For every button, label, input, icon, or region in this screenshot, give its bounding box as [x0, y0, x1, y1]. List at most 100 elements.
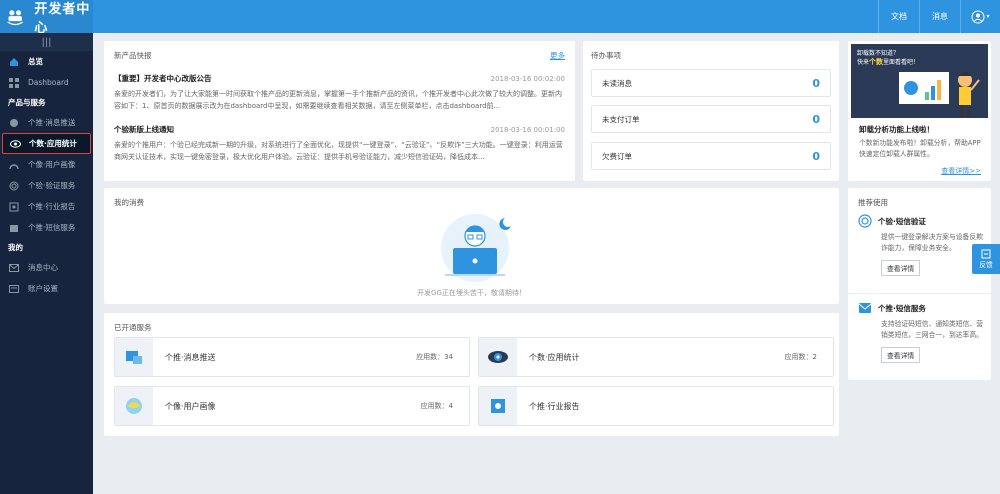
sidebar-item-label: 个推·消息推送 — [28, 118, 76, 127]
push-service-icon — [115, 338, 153, 376]
todo-item-label: 未读消息 — [602, 78, 632, 88]
todo-item-label: 欠费订单 — [602, 151, 632, 161]
docs-link[interactable]: 文档 — [878, 0, 919, 33]
news-item-body: 亲爱的开发者们，为了让大家能第一时间获取个推产品的更新消息，掌握第一手个推新产品… — [114, 90, 562, 110]
mail-icon — [8, 262, 20, 274]
developer-working-illustration — [441, 214, 511, 282]
service-app-count: 应用数：4 — [420, 402, 453, 410]
consumption-card: 我的消费 开发GG正在埋头苦干，敬请期待！ — [104, 188, 839, 304]
todo-title: 待办事项 — [591, 51, 621, 60]
service-item-app-stats[interactable]: 个数·应用统计 应用数：2 — [478, 337, 834, 377]
sidebar-item-label: 账户设置 — [28, 284, 58, 293]
promo-heading: 卸载分析功能上线啦！ — [859, 125, 934, 134]
news-item[interactable]: 个验新版上线通知 2018-03-16 00:01:00 亲爱的个推用户：个验已… — [114, 124, 565, 163]
promo-description: 个数新功能发布啦！卸载分析，帮助APP快速定位卸载人群属性。 — [859, 139, 981, 158]
recommend-card: 推荐使用 个验·短信验证 提供一键登录解决方案与设备反欺诈能力，保障业务安全。 … — [848, 188, 991, 380]
service-name: 个数·应用统计 — [529, 352, 580, 362]
profile-service-icon — [115, 387, 153, 425]
feedback-button[interactable]: 反馈 — [972, 244, 1000, 274]
service-item-report[interactable]: 个推·行业报告 — [478, 386, 834, 426]
sidebar-item-label: 个验·验证服务 — [28, 181, 76, 190]
divider — [848, 293, 991, 294]
analytics-illustration — [899, 72, 980, 117]
sidebar: ||| 总览 Dashboard 产品与服务 个推·消息推送 个数·应用统计 个… — [0, 33, 93, 494]
promo-banner-line1: 卸载数不知道？ — [857, 50, 900, 57]
services-card: 已开通服务 个推·消息推送 应用数：34 个数·应用统计 应用数：2 个像·用户… — [104, 313, 839, 436]
push-icon — [8, 117, 20, 129]
consumption-title: 我的消费 — [114, 198, 144, 207]
todo-item-overdue[interactable]: 欠费订单 0 — [591, 142, 831, 170]
recommend-detail-button[interactable]: 查看详情 — [881, 260, 921, 276]
user-avatar-icon[interactable]: ▾ — [960, 0, 1000, 33]
sidebar-item-app-stats[interactable]: 个数·应用统计 — [2, 133, 91, 154]
recommend-detail-button[interactable]: 查看详情 — [881, 347, 921, 363]
service-item-push[interactable]: 个推·消息推送 应用数：34 — [114, 337, 470, 377]
news-item-title[interactable]: 个验新版上线通知 — [114, 124, 174, 135]
consumption-caption: 开发GG正在埋头苦干，敬请期待！ — [417, 289, 526, 297]
recommend-item: 个验·短信验证 提供一键登录解决方案与设备反欺诈能力，保障业务安全。 查看详情 — [858, 214, 983, 276]
sidebar-item-verify[interactable]: 个验·验证服务 — [0, 175, 93, 196]
home-icon — [8, 56, 20, 68]
sms-icon — [8, 222, 20, 234]
dashboard-icon — [8, 77, 20, 89]
service-item-user-profile[interactable]: 个像·用户画像 应用数：4 — [114, 386, 470, 426]
sidebar-item-sms[interactable]: 个推·短信服务 — [0, 217, 93, 238]
sms-icon — [858, 303, 872, 313]
service-name: 个像·用户画像 — [165, 401, 216, 411]
news-item-body: 亲爱的个推用户：个验已经完成新一期的升级，对系统进行了全面优化，现提供“一键登录… — [114, 141, 563, 161]
account-icon — [8, 283, 20, 295]
recommend-item-name: 个验·短信验证 — [878, 216, 926, 226]
service-name: 个推·消息推送 — [165, 352, 216, 362]
todo-item-unread[interactable]: 未读消息 0 — [591, 69, 831, 97]
sidebar-item-label: 个数·应用统计 — [29, 139, 77, 148]
report-service-icon — [479, 387, 517, 425]
fingerprint-icon — [858, 214, 872, 228]
logo-icon: 开发者中心 — [0, 0, 93, 36]
news-item-title[interactable]: 【重要】开发者中心改版公告 — [114, 73, 212, 84]
sidebar-item-message-center[interactable]: 消息中心 — [0, 257, 93, 278]
recommend-item-desc: 提供一键登录解决方案与设备反欺诈能力，保障业务安全。 — [881, 233, 983, 252]
news-more-link[interactable]: 更多 — [550, 50, 565, 61]
recommend-title: 推荐使用 — [858, 198, 888, 207]
todo-card: 待办事项 未读消息 0 未支付订单 0 欠费订单 0 — [583, 41, 839, 181]
todo-item-label: 未支付订单 — [602, 114, 640, 124]
profile-icon — [8, 159, 20, 171]
service-name: 个推·行业报告 — [529, 401, 580, 411]
sidebar-item-overview[interactable]: 总览 — [0, 51, 93, 72]
news-item-date: 2018-03-16 00:01:00 — [490, 125, 565, 134]
sidebar-group-products: 产品与服务 — [8, 98, 46, 107]
todo-item-count: 0 — [812, 149, 820, 163]
recommend-item-name: 个推·短信服务 — [878, 303, 926, 313]
sidebar-item-label: 消息中心 — [28, 263, 58, 272]
report-icon — [8, 201, 20, 213]
todo-item-count: 0 — [812, 76, 820, 90]
sidebar-item-label: 个推·短信服务 — [28, 223, 76, 232]
services-title: 已开通服务 — [114, 323, 152, 332]
sidebar-item-dashboard[interactable]: Dashboard — [0, 72, 93, 93]
brand[interactable]: 开发者中心 — [0, 0, 93, 36]
sidebar-item-user-profile[interactable]: 个像·用户画像 — [0, 154, 93, 175]
todo-item-unpaid[interactable]: 未支付订单 0 — [591, 105, 831, 133]
promo-card: 卸载数不知道？ 快来个数里面看看吧！ 卸载分析功能上线啦！ 个数新功能发布啦！卸… — [848, 41, 991, 181]
todo-item-count: 0 — [812, 112, 820, 126]
sidebar-item-label: Dashboard — [28, 78, 69, 87]
promo-detail-link[interactable]: 查看详情>> — [941, 166, 981, 176]
promo-banner[interactable]: 卸载数不知道？ 快来个数里面看看吧！ — [851, 44, 988, 118]
sidebar-item-label: 总览 — [28, 57, 43, 66]
news-item[interactable]: 【重要】开发者中心改版公告 2018-03-16 00:02:00 亲爱的开发者… — [114, 73, 565, 112]
feedback-label: 反馈 — [979, 261, 993, 269]
news-title: 新产品快报 — [114, 51, 152, 60]
recommend-item: 个推·短信服务 支持验证码短信、通知类短信、营销类短信，三网合一，到达率高。 查… — [858, 301, 983, 363]
sidebar-item-push[interactable]: 个推·消息推送 — [0, 112, 93, 133]
sidebar-group-mine: 我的 — [8, 243, 23, 252]
top-bar: 开发者中心 文档 消息 ▾ — [0, 0, 1000, 36]
app-title: 开发者中心 — [34, 1, 91, 36]
messages-link[interactable]: 消息 — [919, 0, 960, 33]
news-item-date: 2018-03-16 00:02:00 — [490, 74, 565, 83]
sidebar-item-account-settings[interactable]: 账户设置 — [0, 278, 93, 299]
service-app-count: 应用数：2 — [784, 353, 817, 361]
sidebar-collapse-button[interactable]: ||| — [0, 33, 93, 51]
stats-service-icon — [479, 338, 517, 376]
service-app-count: 应用数：34 — [416, 353, 453, 361]
sidebar-item-report[interactable]: 个推·行业报告 — [0, 196, 93, 217]
